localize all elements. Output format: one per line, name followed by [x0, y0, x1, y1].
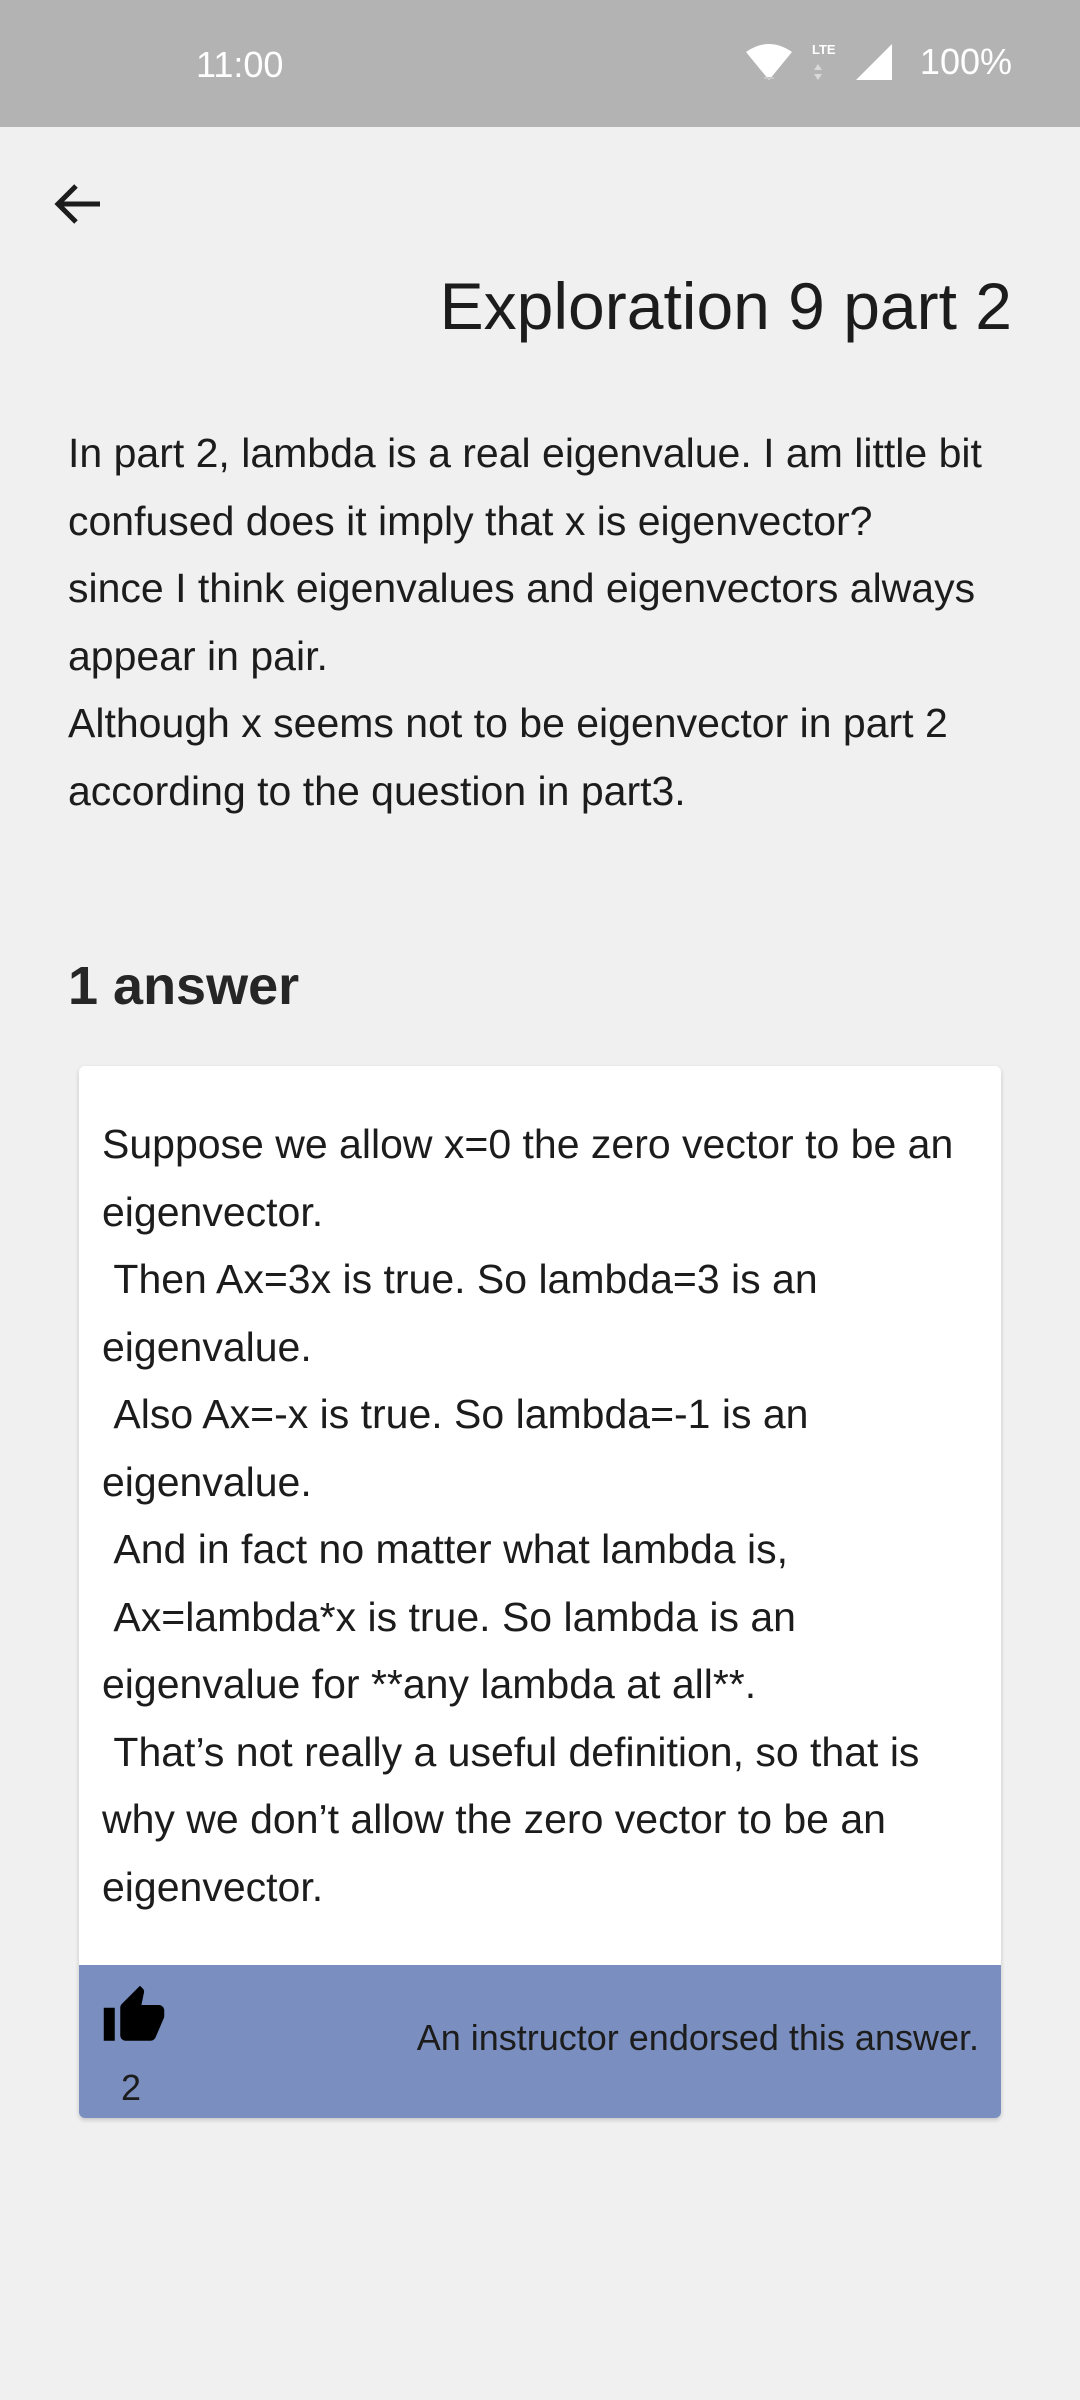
lte-icon: LTE	[810, 40, 838, 84]
question-line: Although x seems not to be eigenvector i…	[68, 700, 948, 814]
status-icons: LTE 100%	[744, 40, 1012, 84]
battery-percentage: 100%	[919, 41, 1012, 82]
question-line: since I think eigenvalues and eigenvecto…	[68, 565, 976, 679]
endorsement-text: An instructor endorsed this answer.	[416, 2017, 979, 2058]
endorsement-footer: 2 An instructor endorsed this answer.	[79, 1965, 1001, 2118]
answer-line: Suppose we allow x=0 the zero vector to …	[102, 1121, 965, 1235]
signal-icon	[854, 42, 894, 82]
like-count: 2	[120, 2067, 142, 2108]
back-button[interactable]	[42, 170, 114, 242]
status-bar: 11:00 LTE 100%	[0, 0, 1080, 127]
answer-line: Also Ax=-x is true. So lambda=-1 is an e…	[102, 1391, 820, 1505]
answer-card: Suppose we allow x=0 the zero vector to …	[79, 1066, 1001, 2118]
status-time: 11:00	[196, 44, 284, 85]
answer-line: Then Ax=3x is true. So lambda=3 is an ei…	[102, 1256, 830, 1370]
answer-line: That’s not really a useful definition, s…	[102, 1728, 931, 1910]
answer-line: Ax=lambda*x is true. So lambda is an eig…	[102, 1593, 808, 1708]
answer-body: Suppose we allow x=0 the zero vector to …	[102, 1111, 982, 1921]
arrow-left-icon	[52, 178, 104, 235]
answer-line: And in fact no matter what lambda is,	[102, 1526, 788, 1572]
thumbs-up-icon	[101, 1983, 167, 2054]
page-title: Exploration 9 part 2	[439, 269, 1012, 343]
lte-label: LTE	[812, 42, 836, 57]
question-line: In part 2, lambda is a real eigenvalue. …	[68, 430, 982, 544]
like-button[interactable]: 2	[95, 1983, 195, 2108]
question-body: In part 2, lambda is a real eigenvalue. …	[68, 420, 1018, 825]
answers-count-heading: 1 answer	[68, 956, 300, 1016]
wifi-icon	[744, 42, 794, 82]
